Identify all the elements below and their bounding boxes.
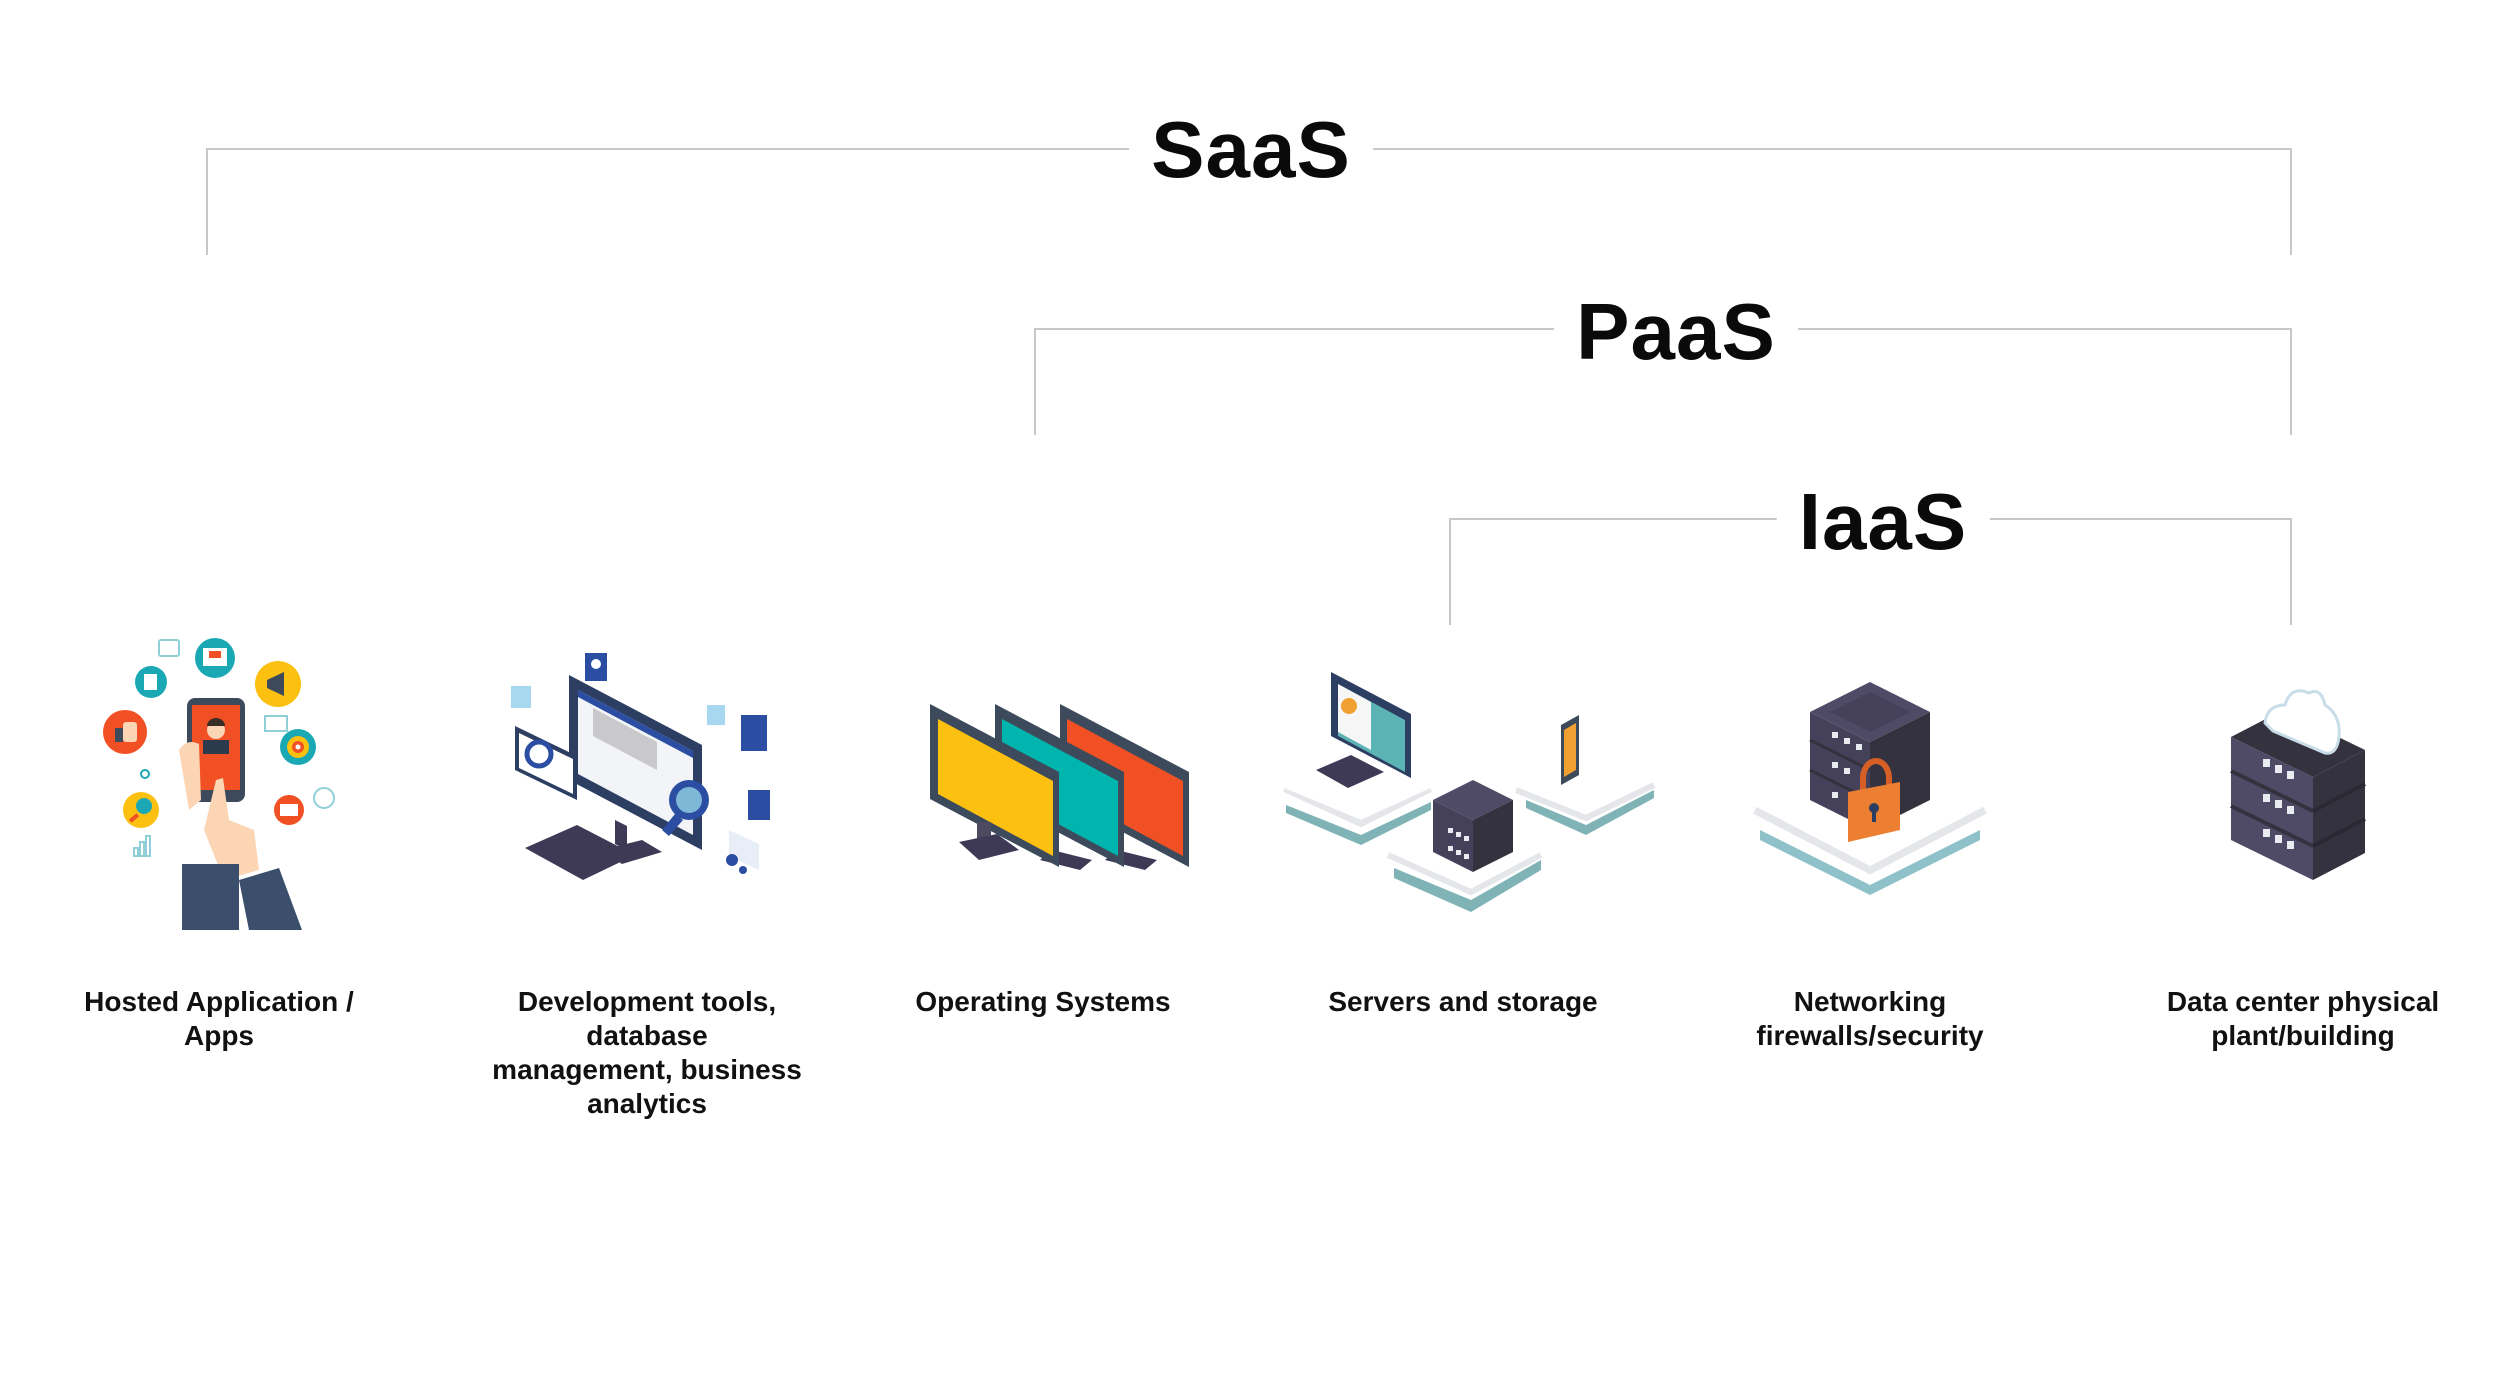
label-line: management, business bbox=[492, 1054, 802, 1085]
layer-datacenter bbox=[2213, 630, 2373, 930]
label-line: Apps bbox=[184, 1020, 254, 1051]
label-line: Networking bbox=[1793, 986, 1947, 1017]
smartphone-apps-icon bbox=[103, 638, 335, 930]
layer-network bbox=[1750, 630, 1990, 930]
label-line: Development tools, bbox=[517, 986, 777, 1017]
developer-workstation-icon bbox=[511, 653, 770, 880]
label-datacenter: Data center physical plant/building bbox=[2138, 985, 2468, 1053]
layer-os bbox=[917, 630, 1197, 930]
layer-devtools bbox=[497, 630, 797, 930]
label-network: Networking firewalls/security bbox=[1710, 985, 2030, 1053]
label-line: Operating Systems bbox=[915, 986, 1171, 1017]
label-line: database bbox=[586, 1020, 708, 1051]
label-servers: Servers and storage bbox=[1293, 985, 1633, 1019]
label-line: Servers and storage bbox=[1328, 986, 1598, 1017]
cloud-server-icon bbox=[2230, 689, 2366, 880]
paas-title: PaaS bbox=[1554, 292, 1798, 372]
layer-servers bbox=[1276, 630, 1656, 930]
layer-apps bbox=[89, 630, 349, 930]
label-line: firewalls/security bbox=[1756, 1020, 1984, 1051]
label-line: analytics bbox=[587, 1088, 707, 1119]
locked-server-icon bbox=[1753, 682, 1987, 895]
servers-storage-icon bbox=[1283, 672, 1656, 912]
label-line: Data center physical bbox=[2166, 986, 2440, 1017]
label-apps: Hosted Application / Apps bbox=[59, 985, 379, 1053]
saas-title: SaaS bbox=[1129, 110, 1373, 190]
iaas-title: IaaS bbox=[1776, 482, 1990, 562]
label-os: Operating Systems bbox=[883, 985, 1203, 1019]
label-line: Hosted Application / bbox=[84, 986, 354, 1017]
label-devtools: Development tools, database management, … bbox=[467, 985, 827, 1121]
monitors-icon bbox=[930, 704, 1189, 870]
label-line: plant/building bbox=[2211, 1020, 2395, 1051]
